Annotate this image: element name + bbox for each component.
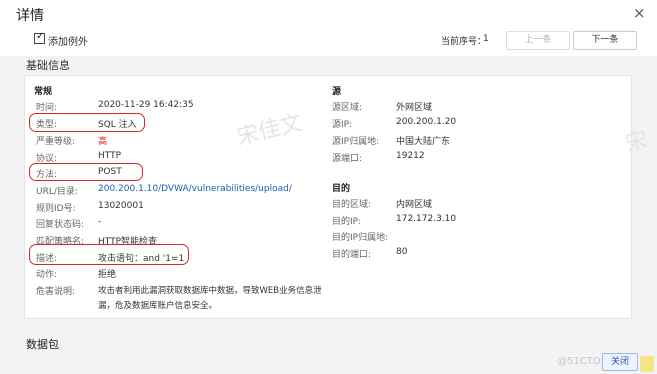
src-location-value: 中国大陆广东 (396, 137, 451, 147)
destination-group-title: 目的 (332, 184, 351, 194)
annotation-description-box (29, 244, 189, 265)
src-ip-label: 源IP: (332, 120, 353, 130)
src-zone-label: 源区域: (332, 103, 363, 113)
close-icon[interactable]: × (633, 4, 646, 22)
harm-value-line1: 攻击者利用此漏洞获取数据库中数据，导致WEB业务信息泄 (98, 286, 322, 296)
dialog-title: 详情 (16, 8, 44, 24)
src-port-label: 源端口: (332, 154, 363, 164)
dst-ip-label: 目的IP: (332, 217, 362, 227)
dst-ip-value: 172.172.3.10 (396, 214, 457, 224)
rule-id-value: 13020001 (98, 201, 144, 211)
next-button[interactable]: 下一条 (573, 31, 637, 50)
annotation-method-box (29, 163, 143, 181)
dst-zone-label: 目的区域: (332, 200, 372, 210)
source-group-title: 源 (332, 87, 342, 97)
general-group-title: 常规 (34, 87, 53, 97)
time-value: 2020-11-29 16:42:35 (98, 100, 194, 110)
status-code-value: - (98, 217, 102, 227)
severity-label: 严重等级: (36, 137, 76, 147)
annotation-type-box (29, 113, 145, 132)
basic-info-title: 基础信息 (26, 59, 70, 72)
rule-id-label: 规则ID号: (36, 204, 76, 214)
dst-port-value: 80 (396, 247, 408, 257)
action-value: 拒绝 (98, 270, 117, 280)
packet-section-title: 数据包 (26, 338, 59, 351)
prev-button[interactable]: 上一条 (506, 31, 570, 50)
status-code-label: 回复状态码: (36, 220, 85, 230)
harm-value-line2: 漏，危及数据库账户信息安全。 (98, 301, 218, 311)
src-port-value: 19212 (396, 151, 425, 161)
dst-zone-value: 内网区域 (396, 200, 433, 210)
severity-value: 高 (98, 137, 108, 147)
url-label: URL/目录: (36, 187, 78, 197)
protocol-value: HTTP (98, 151, 122, 161)
src-location-label: 源IP归属地: (332, 137, 380, 147)
action-label: 动作: (36, 270, 58, 280)
current-seq-label: 当前序号： (441, 37, 487, 47)
src-zone-value: 外网区域 (396, 103, 433, 113)
close-button[interactable]: 关闭 (602, 353, 638, 371)
basic-info-panel (24, 75, 632, 319)
dialog-header (0, 0, 657, 28)
current-seq-value: 1 (483, 34, 489, 44)
harm-label: 危害说明: (36, 287, 76, 297)
add-exception-checkbox[interactable]: ✓ (34, 31, 45, 44)
src-ip-value: 200.200.1.20 (396, 117, 457, 127)
cursor-icon (640, 356, 654, 372)
url-link[interactable]: 200.200.1.10/DVWA/vulnerabilities/upload… (98, 184, 292, 194)
time-label: 时间: (36, 103, 58, 113)
add-exception-label[interactable]: 添加例外 (48, 33, 88, 48)
dst-location-label: 目的IP归属地: (332, 233, 389, 243)
dst-port-label: 目的端口: (332, 250, 372, 260)
check-icon: ✓ (36, 31, 45, 42)
